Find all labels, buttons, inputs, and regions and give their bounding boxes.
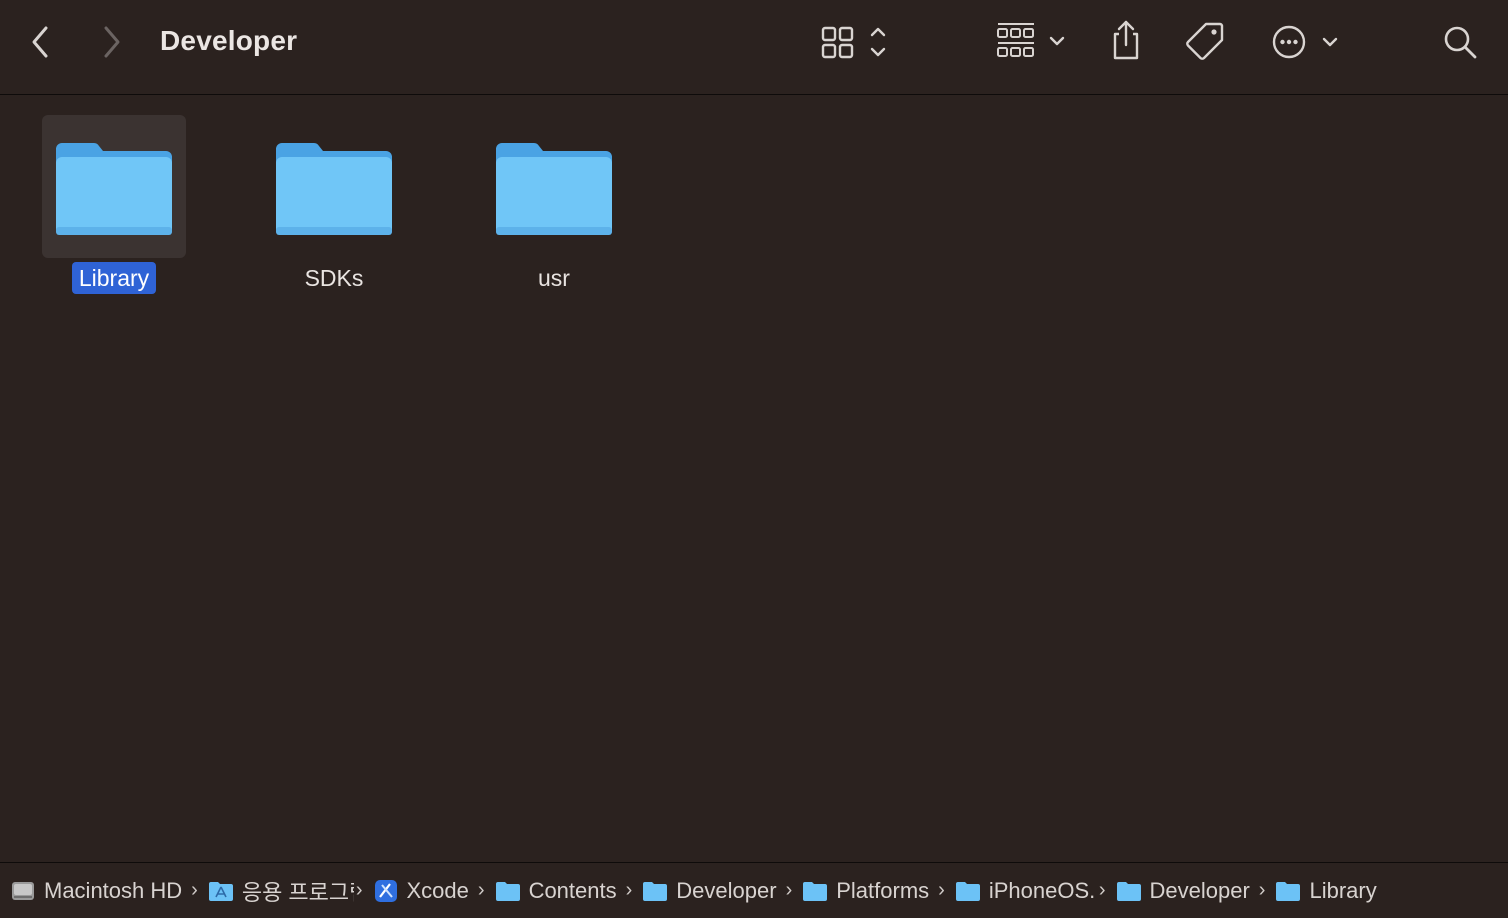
chevron-right-icon: › [1258, 879, 1266, 901]
folder-icon [955, 880, 981, 902]
chevron-right-icon: › [785, 879, 793, 901]
ellipsis-circle-icon [1272, 25, 1338, 59]
grid-view-icon [821, 26, 886, 59]
more-actions-button[interactable] [1270, 22, 1342, 62]
finder-window: Developer Library SDKs usr Macintosh HD … [0, 0, 1508, 918]
selection-highlight [42, 115, 186, 258]
folder-icon [495, 880, 521, 902]
folder-item-library[interactable]: Library [0, 95, 200, 295]
forward-button[interactable] [96, 22, 128, 62]
path-crumb-xcode[interactable]: Xcode [373, 878, 469, 904]
path-crumb-developer[interactable]: Developer [642, 878, 777, 904]
chevron-right-icon: › [1098, 879, 1106, 901]
folder-icon [1275, 880, 1301, 902]
folder-icon [276, 143, 392, 235]
folder-item-sdks[interactable]: SDKs [220, 95, 420, 295]
folder-item-usr[interactable]: usr [440, 95, 640, 295]
path-crumb-developer-2[interactable]: Developer [1116, 878, 1250, 904]
xcode-app-icon [373, 878, 399, 904]
folder-icon [56, 143, 172, 235]
search-icon [1444, 26, 1477, 59]
hard-drive-icon [10, 878, 36, 904]
path-crumb-platforms[interactable]: Platforms [802, 878, 929, 904]
tag-icon [1186, 22, 1224, 60]
share-button[interactable] [1108, 18, 1144, 62]
folder-label: usr [538, 265, 570, 291]
group-by-button[interactable] [994, 20, 1070, 62]
chevron-right-icon: › [191, 879, 198, 901]
chevron-right-icon: › [625, 879, 633, 901]
path-crumb-contents[interactable]: Contents [495, 878, 617, 904]
chevron-right-icon [104, 26, 120, 58]
path-crumb-applications[interactable]: 응용 프로그램 [208, 875, 354, 907]
folder-icon [496, 143, 612, 235]
path-bar: Macintosh HD › 응용 프로그램 › Xcode [0, 862, 1508, 918]
path-crumb-macintosh-hd[interactable]: Macintosh HD [10, 878, 182, 904]
chevron-right-icon: › [355, 879, 363, 901]
tag-button[interactable] [1184, 20, 1226, 62]
chevron-left-icon [32, 26, 48, 58]
file-grid: Library SDKs usr [0, 95, 1508, 862]
chevron-right-icon: › [477, 879, 485, 901]
folder-label: SDKs [304, 265, 364, 291]
path-crumb-library[interactable]: Library [1275, 878, 1377, 904]
group-by-icon [997, 23, 1065, 57]
folder-label: Library [0, 262, 228, 294]
back-button[interactable] [24, 22, 56, 62]
search-button[interactable] [1440, 22, 1480, 62]
path-crumb-iphoneos[interactable]: iPhoneOS.platform [955, 878, 1095, 904]
applications-folder-icon [208, 880, 234, 902]
window-title: Developer [160, 25, 298, 56]
chevron-right-icon: › [938, 879, 945, 901]
folder-icon [802, 880, 828, 902]
folder-icon [1116, 880, 1142, 902]
toolbar: Developer [0, 0, 1508, 95]
folder-icon [642, 880, 668, 902]
share-icon [1113, 20, 1139, 60]
view-mode-button[interactable] [818, 22, 892, 62]
